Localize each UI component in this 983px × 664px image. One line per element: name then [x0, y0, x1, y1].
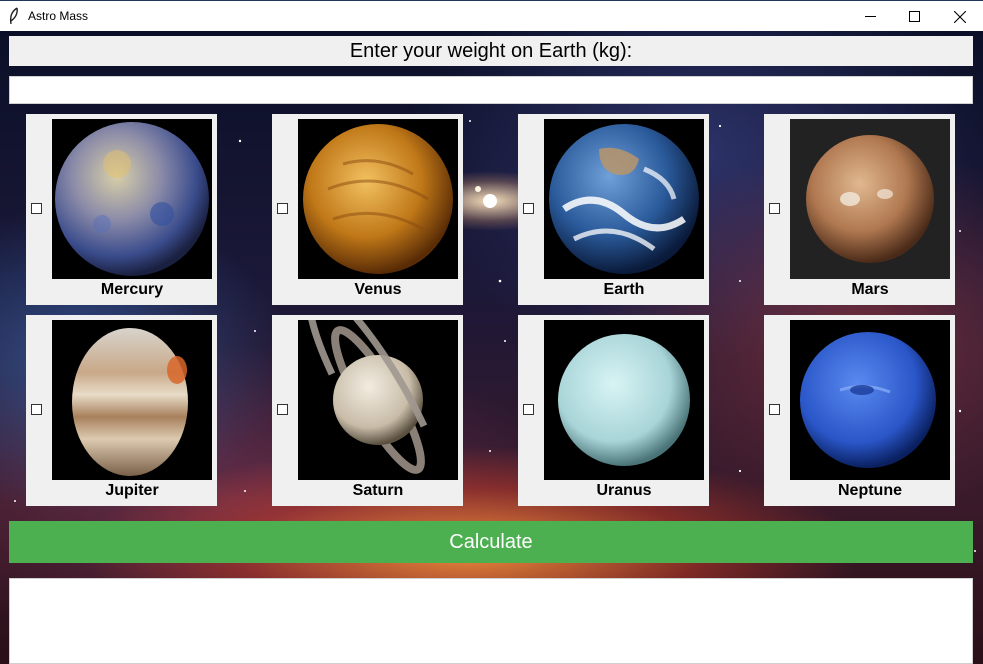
close-button[interactable] — [937, 1, 983, 32]
weight-input[interactable] — [9, 76, 973, 104]
window-title: Astro Mass — [28, 9, 89, 23]
title-bar: Astro Mass — [0, 0, 983, 31]
earth-checkbox[interactable] — [523, 203, 534, 214]
venus-image — [298, 119, 458, 279]
planet-label-jupiter: Jupiter — [105, 482, 159, 499]
planet-card-uranus: Uranus — [518, 315, 709, 506]
weight-prompt-label: Enter your weight on Earth (kg): — [9, 36, 973, 66]
planet-card-neptune: Neptune — [764, 315, 955, 506]
planet-card-saturn: Saturn — [272, 315, 463, 506]
mars-checkbox[interactable] — [769, 203, 780, 214]
venus-checkbox[interactable] — [277, 203, 288, 214]
planet-card-jupiter: Jupiter — [26, 315, 217, 506]
jupiter-image — [52, 320, 212, 480]
close-icon — [954, 10, 966, 23]
planet-label-saturn: Saturn — [352, 482, 404, 499]
mars-image — [790, 119, 950, 279]
results-text-area[interactable] — [9, 578, 973, 664]
mercury-checkbox[interactable] — [31, 203, 42, 214]
mercury-image — [52, 119, 212, 279]
jupiter-checkbox[interactable] — [31, 404, 42, 415]
maximize-icon — [908, 11, 920, 22]
planet-card-mars: Mars — [764, 114, 955, 305]
neptune-image — [790, 320, 950, 480]
planet-label-venus: Venus — [354, 281, 402, 298]
planet-card-mercury: Mercury — [26, 114, 217, 305]
earth-image — [544, 119, 704, 279]
maximize-button[interactable] — [891, 1, 937, 32]
planet-card-venus: Venus — [272, 114, 463, 305]
planet-label-mars: Mars — [851, 281, 889, 298]
minimize-icon — [864, 16, 876, 17]
planet-label-uranus: Uranus — [596, 482, 652, 499]
saturn-image — [298, 320, 458, 480]
feather-icon — [9, 7, 18, 25]
minimize-button[interactable] — [847, 1, 893, 32]
planet-label-neptune: Neptune — [838, 482, 902, 499]
uranus-checkbox[interactable] — [523, 404, 534, 415]
saturn-checkbox[interactable] — [277, 404, 288, 415]
planet-label-earth: Earth — [603, 281, 645, 298]
planet-label-mercury: Mercury — [100, 281, 164, 298]
calculate-button[interactable]: Calculate — [9, 521, 973, 563]
planet-card-earth: Earth — [518, 114, 709, 305]
neptune-checkbox[interactable] — [769, 404, 780, 415]
uranus-image — [544, 320, 704, 480]
